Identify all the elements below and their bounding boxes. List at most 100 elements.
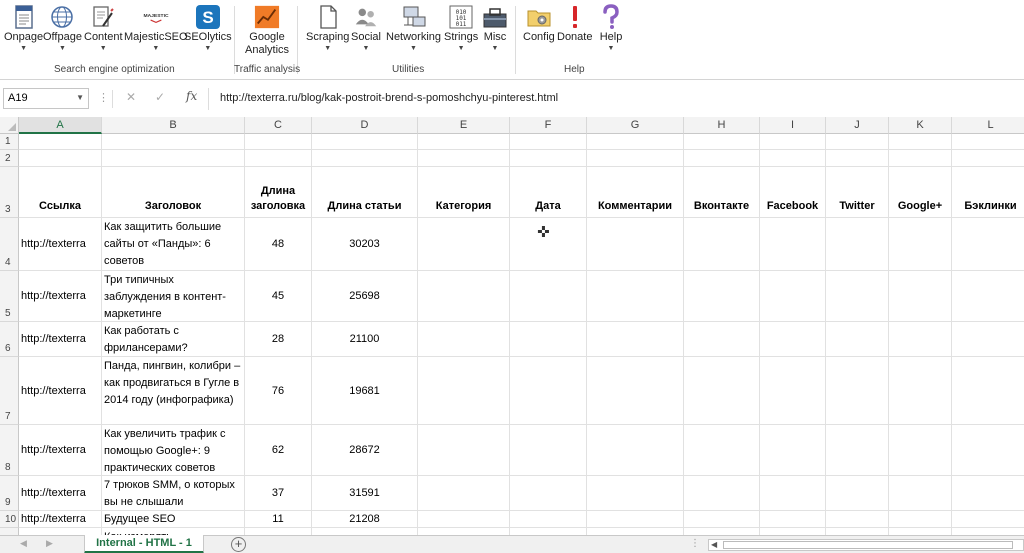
grid-cell[interactable] [684,357,760,425]
strings-button[interactable]: 010 101 011 Strings ▼ [444,3,478,53]
grid-cell[interactable] [952,425,1024,476]
grid-cell[interactable] [418,511,510,528]
link-cell[interactable]: http://texterra [19,511,102,528]
scrollbar-thumb[interactable] [723,541,1013,549]
article-length-cell[interactable]: 25698 [312,271,418,322]
donate-button[interactable]: Donate [557,3,592,44]
grid-cell[interactable] [245,134,312,150]
grid-cell[interactable] [587,476,684,511]
grid-cell[interactable] [952,271,1024,322]
grid-cell[interactable] [418,134,510,150]
grid-cell[interactable] [510,322,587,357]
grid-cell[interactable] [510,271,587,322]
grid-cell[interactable] [418,425,510,476]
help-button[interactable]: Help ▼ [598,3,624,53]
grid-cell[interactable] [684,476,760,511]
title-cell[interactable]: Как измерять [102,528,245,535]
spreadsheet-grid[interactable]: A B C D E F G H I J K L 1 2 3 4 5 6 7 8 9 10 Ссылка Заголовок Дл… [0,117,1024,535]
column-title-cell[interactable]: Длина статьи [312,167,418,218]
config-button[interactable]: Config [523,3,555,44]
grid-cell[interactable] [952,511,1024,528]
grid-cell[interactable] [889,476,952,511]
grid-cell[interactable] [418,528,510,535]
title-cell[interactable]: 7 трюков SMM, о которых вы не слышали [102,476,245,511]
networking-button[interactable]: Networking ▼ [386,3,441,53]
select-all-corner[interactable] [0,117,19,134]
offpage-button[interactable]: Offpage ▼ [43,3,82,53]
column-header-d[interactable]: D [312,117,418,134]
grid-cell[interactable] [826,425,889,476]
grid-cell[interactable] [587,528,684,535]
row-header-1[interactable]: 1 [0,134,19,150]
column-title-cell[interactable]: Twitter [826,167,889,218]
column-header-e[interactable]: E [418,117,510,134]
grid-cell[interactable] [684,528,760,535]
grid-cell[interactable] [684,150,760,167]
grid-cell[interactable] [826,476,889,511]
column-title-cell[interactable]: Категория [418,167,510,218]
add-sheet-button[interactable]: + [231,537,246,552]
grid-cell[interactable] [684,322,760,357]
grid-cell[interactable] [418,357,510,425]
column-title-cell[interactable]: Ссылка [19,167,102,218]
link-cell[interactable]: http://texterra [19,271,102,322]
grid-cell[interactable] [587,218,684,271]
grid-cell[interactable] [952,528,1024,535]
row-header-10[interactable]: 10 [0,511,19,528]
title-length-cell[interactable]: 62 [245,425,312,476]
article-length-cell[interactable]: 19681 [312,357,418,425]
grid-cell[interactable] [418,271,510,322]
grid-cell[interactable] [510,150,587,167]
row-header-3[interactable]: 3 [0,167,19,218]
grid-cell[interactable] [952,476,1024,511]
grid-cell[interactable] [889,528,952,535]
scroll-left-icon[interactable]: ◀ [711,540,717,550]
column-title-cell[interactable]: Комментарии [587,167,684,218]
onpage-button[interactable]: Onpage ▼ [4,3,43,53]
grid-cell[interactable] [684,271,760,322]
grid-cell[interactable] [587,511,684,528]
grid-cell[interactable] [889,150,952,167]
social-button[interactable]: Social ▼ [351,3,381,53]
grid-cell[interactable] [826,134,889,150]
row-header-7[interactable]: 7 [0,357,19,425]
grid-cell[interactable] [245,528,312,535]
title-cell[interactable]: Будущее SEO [102,511,245,528]
title-cell[interactable]: Как защитить большие сайты от «Панды»: 6… [102,218,245,271]
grid-cell[interactable] [684,425,760,476]
grid-cell[interactable] [587,150,684,167]
grid-cell[interactable] [418,476,510,511]
column-title-cell[interactable]: Заголовок [102,167,245,218]
title-cell[interactable]: Как увеличить трафик с помощью Google+: … [102,425,245,476]
title-length-cell[interactable]: 37 [245,476,312,511]
grid-cell[interactable] [952,218,1024,271]
row-header-2[interactable]: 2 [0,150,19,167]
grid-cell[interactable] [245,150,312,167]
misc-button[interactable]: Misc ▼ [482,3,508,53]
grid-cell[interactable] [587,134,684,150]
next-sheet-icon[interactable]: ▶ [46,538,53,549]
row-header-9[interactable]: 9 [0,476,19,511]
grid-cell[interactable] [312,528,418,535]
link-cell[interactable]: http://texterra [19,357,102,425]
horizontal-scrollbar[interactable]: ◀ [708,539,1024,551]
grid-cell[interactable] [19,528,102,535]
sheet-tab-active[interactable]: Internal - HTML - 1 [84,535,204,553]
name-box[interactable]: A19 ▼ [3,88,89,109]
title-length-cell[interactable]: 76 [245,357,312,425]
grid-cell[interactable] [418,150,510,167]
chevron-down-icon[interactable]: ▼ [76,93,84,102]
link-cell[interactable]: http://texterra [19,476,102,511]
cancel-icon[interactable]: ✕ [126,90,136,104]
title-cell[interactable]: Три типичных заблуждения в контент-марке… [102,271,245,322]
grid-cell[interactable] [889,425,952,476]
title-length-cell[interactable]: 45 [245,271,312,322]
column-header-i[interactable]: I [760,117,826,134]
grid-cell[interactable] [760,322,826,357]
grid-cell[interactable] [19,134,102,150]
grid-cell[interactable] [889,218,952,271]
row-header-8[interactable]: 8 [0,425,19,476]
article-length-cell[interactable]: 21100 [312,322,418,357]
link-cell[interactable]: http://texterra [19,425,102,476]
grid-cell[interactable] [760,476,826,511]
